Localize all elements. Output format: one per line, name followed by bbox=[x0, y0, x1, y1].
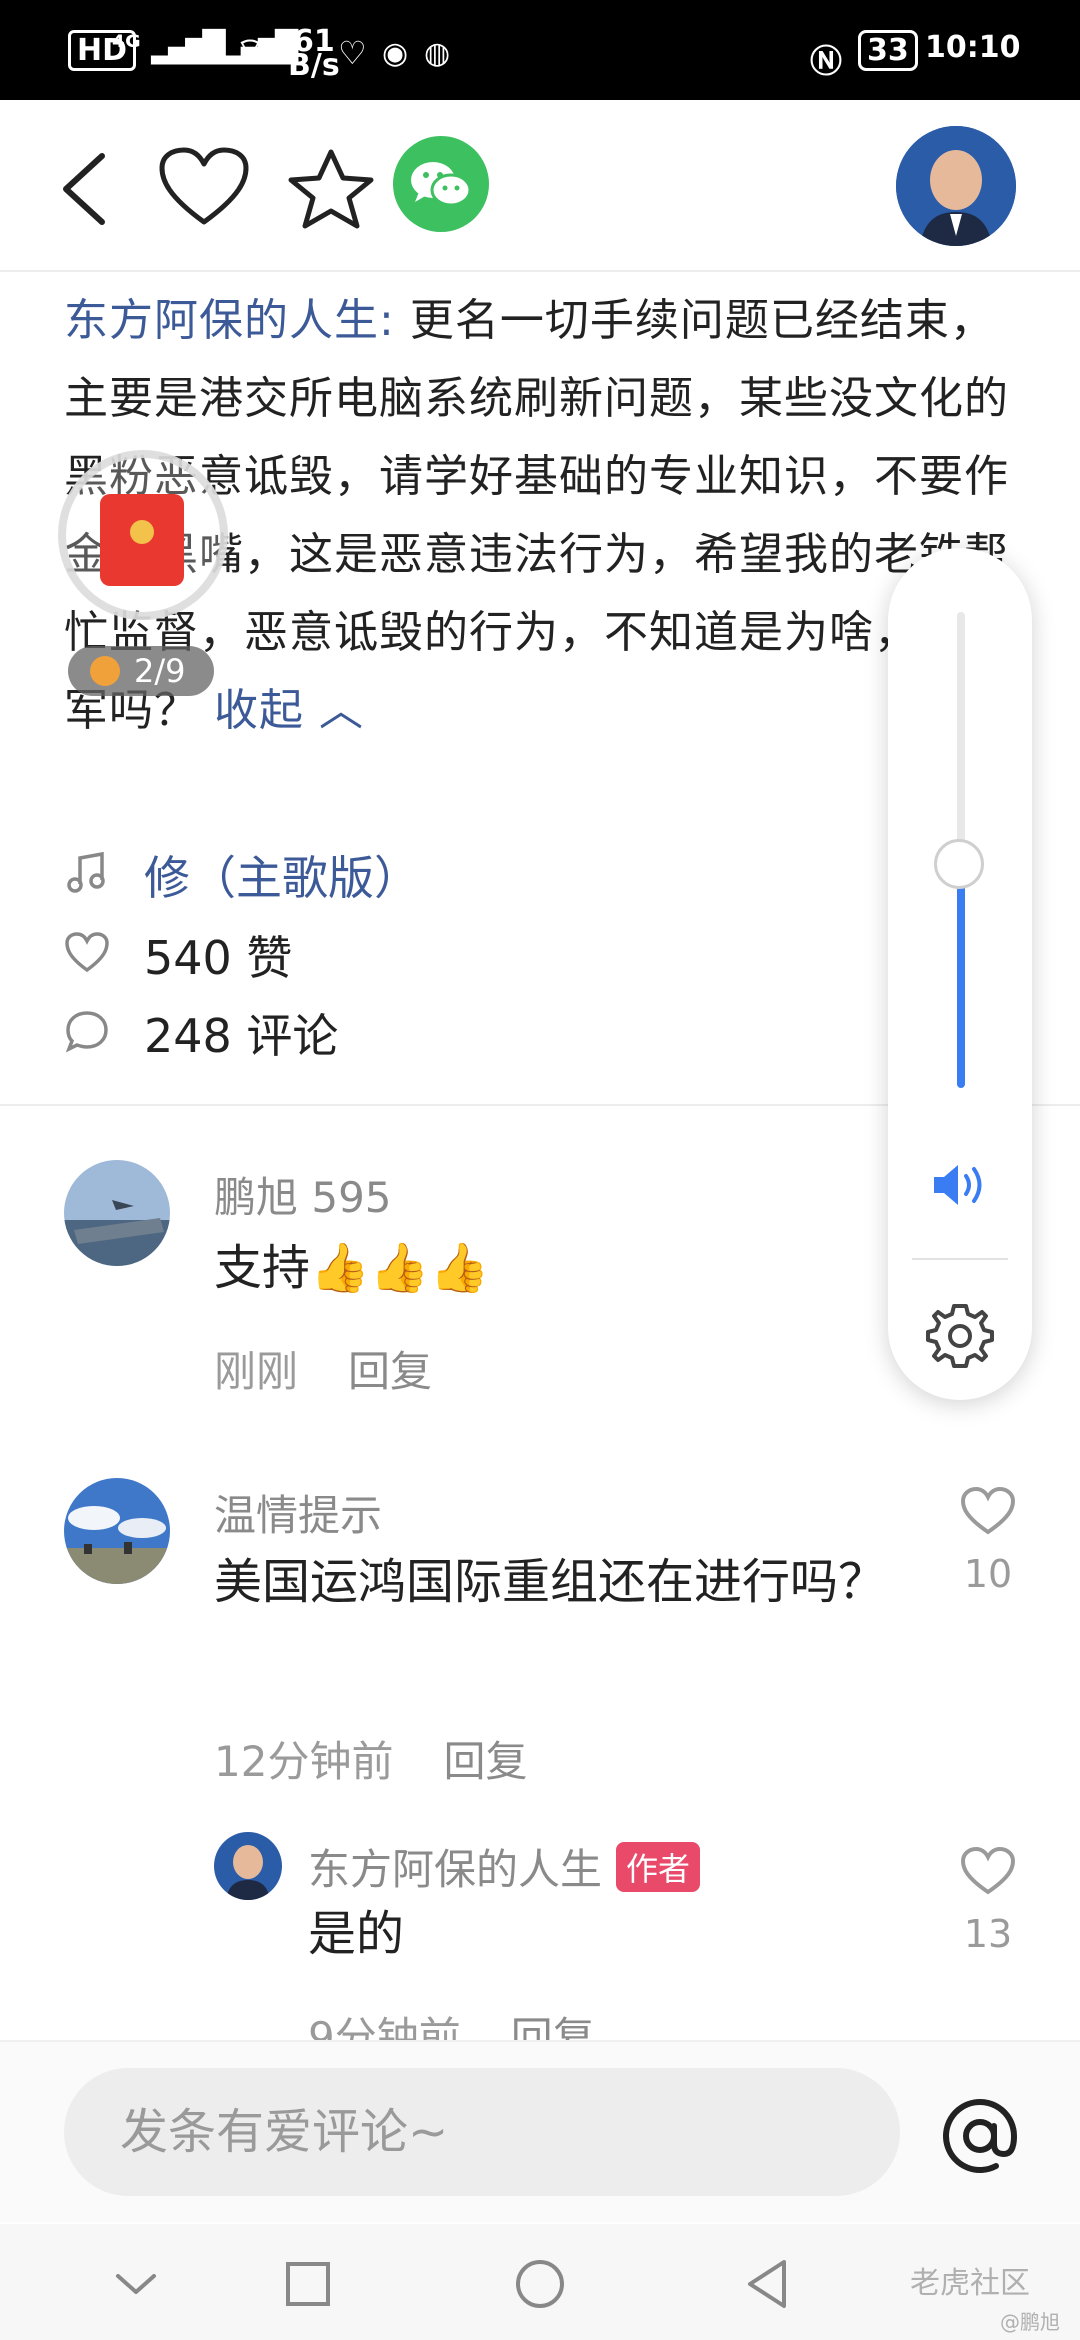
browser-icon: ◍ bbox=[424, 36, 451, 71]
author-badge: 作者 bbox=[616, 1842, 701, 1892]
heart-outline-icon bbox=[65, 932, 109, 973]
red-packet-seal bbox=[130, 520, 154, 544]
reply-button[interactable]: 回复 bbox=[443, 1737, 527, 1786]
wechat-share-button[interactable] bbox=[393, 136, 489, 232]
comment-text: 美国运鸿国际重组还在进行吗？ bbox=[214, 1554, 887, 1610]
collapse-button[interactable]: 收起 ︿ bbox=[214, 685, 364, 736]
battery-indicator: 33 bbox=[858, 30, 918, 71]
comment-input[interactable]: 发条有爱评论~ bbox=[64, 2068, 900, 2196]
comment-text: 支持👍👍👍 bbox=[214, 1240, 490, 1296]
volume-slider-handle[interactable] bbox=[934, 839, 984, 889]
commenter-name[interactable]: 温情提示 bbox=[214, 1482, 382, 1543]
nfc-icon: Ⓝ bbox=[810, 42, 843, 80]
music-title[interactable]: 修（主歌版） bbox=[144, 842, 420, 908]
network-type: ⁴ᴳ bbox=[112, 30, 141, 65]
network-speed: 61 B/s bbox=[288, 24, 340, 83]
status-bar: HD ⁴ᴳ ▂▄▆█ ▂▄▆█ ⌔ 61 B/s ♡ ◉ ◍ Ⓝ 33 10:1… bbox=[0, 0, 1080, 100]
heart-health-icon: ♡ bbox=[338, 34, 367, 72]
chevron-up-icon: ︿ bbox=[319, 685, 364, 736]
like-icon[interactable] bbox=[960, 1486, 1016, 1536]
hide-keyboard-icon[interactable] bbox=[108, 2256, 164, 2312]
star-badge-icon bbox=[90, 656, 120, 686]
signal-icon: ⁴ᴳ ▂▄▆█ ▂▄▆█ bbox=[112, 30, 298, 65]
comment-meta: 9分钟前 回复 bbox=[308, 2004, 595, 2040]
nav-back-icon[interactable] bbox=[740, 2256, 796, 2312]
commenter-avatar[interactable] bbox=[64, 1160, 170, 1266]
author-avatar[interactable] bbox=[896, 126, 1016, 246]
comment-time: 12分钟前 bbox=[214, 1737, 394, 1786]
heart-icon[interactable] bbox=[158, 146, 250, 228]
comments-count: 248 评论 bbox=[144, 1009, 339, 1063]
music-note-icon bbox=[67, 851, 105, 893]
star-icon[interactable] bbox=[285, 146, 377, 232]
comment-meta: 12分钟前 回复 bbox=[214, 1728, 527, 1789]
watermark: 老虎社区 bbox=[910, 2266, 1030, 2301]
back-icon[interactable] bbox=[58, 150, 110, 228]
reply-author-name[interactable]: 东方阿保的人生 作者 bbox=[308, 1836, 701, 1897]
reply-author-avatar[interactable] bbox=[214, 1832, 282, 1900]
comment-time: 刚刚 bbox=[214, 1347, 299, 1396]
commenter-name[interactable]: 鹏旭 595 bbox=[214, 1164, 392, 1225]
post-author-name[interactable]: 东方阿保的人生: bbox=[64, 295, 395, 346]
speaker-icon[interactable] bbox=[930, 1160, 992, 1210]
reply-text: 是的 bbox=[308, 1906, 405, 1962]
gear-icon[interactable] bbox=[924, 1300, 996, 1372]
comment-meta: 刚刚 回复 bbox=[214, 1338, 432, 1399]
divider bbox=[912, 1258, 1008, 1260]
home-icon[interactable] bbox=[512, 2256, 568, 2312]
volume-slider-fill bbox=[957, 864, 965, 1088]
red-packet-count: 2/9 bbox=[68, 646, 214, 696]
reply-button[interactable]: 回复 bbox=[511, 2013, 595, 2040]
likes-count: 540 赞 bbox=[144, 931, 293, 985]
coin-icon: ◉ bbox=[382, 36, 409, 71]
like-icon[interactable] bbox=[960, 1846, 1016, 1896]
divider bbox=[0, 270, 1080, 272]
comment-time: 9分钟前 bbox=[308, 2013, 461, 2040]
watermark-user: @鹏旭 bbox=[1000, 2310, 1060, 2334]
clock: 10:10 bbox=[925, 30, 1021, 65]
recent-apps-icon[interactable] bbox=[280, 2256, 336, 2312]
reply-button[interactable]: 回复 bbox=[348, 1347, 432, 1396]
like-count: 10 bbox=[963, 1552, 1013, 1596]
mention-icon[interactable] bbox=[940, 2096, 1020, 2176]
wifi-icon: ⌔ bbox=[236, 32, 265, 67]
like-count: 13 bbox=[963, 1912, 1013, 1956]
commenter-avatar[interactable] bbox=[64, 1478, 170, 1584]
comment-bubble-icon bbox=[65, 1011, 108, 1053]
wechat-icon bbox=[411, 162, 472, 207]
